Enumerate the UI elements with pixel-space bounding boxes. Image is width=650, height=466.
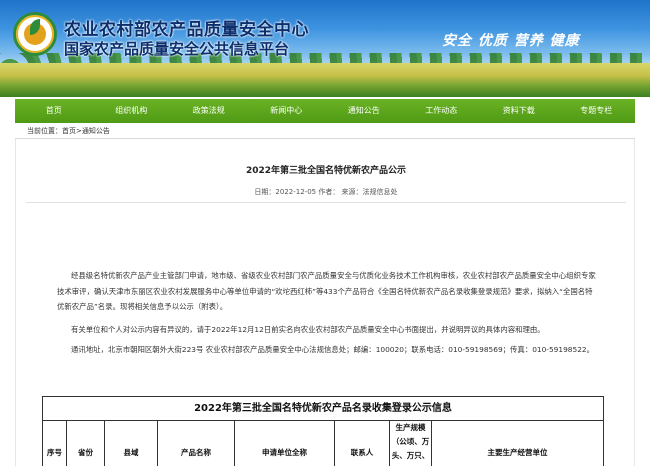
center-logo-icon[interactable]: [13, 12, 57, 56]
breadcrumb-path[interactable]: 首页>通知公告: [62, 127, 110, 135]
nav-item-organization[interactable]: 组织机构: [93, 99, 171, 123]
column-header-province: 省份: [67, 421, 105, 466]
nav-item-home[interactable]: 首页: [15, 99, 93, 123]
nav-item-special-topics[interactable]: 专题专栏: [558, 99, 636, 123]
banner-field-decoration: [0, 63, 650, 97]
column-header-county: 县域: [105, 421, 158, 466]
nav-item-work-updates[interactable]: 工作动态: [403, 99, 481, 123]
column-header-applicant: 申请单位全称: [235, 421, 335, 466]
column-header-product-name: 产品名称: [158, 421, 235, 466]
column-header-index: 序号: [43, 421, 67, 466]
article-paragraph-2: 有关单位和个人对公示内容有异议的，请于2022年12月12日前实名向农业农村部农…: [71, 325, 545, 334]
column-header-production-scale: 生产规模（公顷、万头、万只、: [390, 421, 432, 466]
article-content: 2022年第三批全国名特优新农产品公示 日期：2022-12-05 作者： 来源…: [15, 139, 635, 466]
platform-name: 国家农产品质量安全公共信息平台: [64, 40, 290, 58]
product-list-table: 2022年第三批全国名特优新农产品名录收集登录公示信息 序号 省份 县域 产品名…: [42, 396, 604, 466]
article-title: 2022年第三批全国名特优新农产品公示: [245, 166, 407, 176]
nav-item-news[interactable]: 新闻中心: [248, 99, 326, 123]
nav-item-notices[interactable]: 通知公告: [325, 99, 403, 123]
slogan: 安全 优质 营养 健康: [442, 33, 580, 49]
header-banner: 农业农村部农产品质量安全中心 国家农产品质量安全公共信息平台 安全 优质 营养 …: [0, 0, 650, 97]
main-nav: 首页 组织机构 政策法规 新闻中心 通知公告 工作动态 资料下载 专题专栏: [15, 99, 635, 123]
breadcrumb-prefix: 当前位置：: [27, 127, 62, 135]
table-header-row: 序号 省份 县域 产品名称 申请单位全称 联系人 生产规模（公顷、万头、万只、 …: [43, 421, 603, 466]
column-header-main-producer: 主要生产经营单位: [487, 447, 548, 457]
article-paragraph-3: 通讯地址，北京市朝阳区朝外大街223号 农业农村部农产品质量安全中心法规信息处；…: [71, 345, 594, 354]
table-title: 2022年第三批全国名特优新农产品名录收集登录公示信息: [43, 397, 603, 421]
article-paragraph-1: 经县级名特优新农产品产业主管部门申请，地市级、省级农业农村部门农产品质量安全与优…: [57, 271, 596, 311]
article-meta: 日期：2022-12-05 作者： 来源：法规信息处: [254, 188, 398, 196]
org-name: 农业农村部农产品质量安全中心: [64, 20, 309, 40]
column-header-contact: 联系人: [335, 421, 390, 466]
breadcrumb: 当前位置：首页>通知公告: [15, 123, 635, 139]
nav-item-policy[interactable]: 政策法规: [170, 99, 248, 123]
title-divider: [26, 202, 626, 203]
nav-item-downloads[interactable]: 资料下载: [480, 99, 558, 123]
